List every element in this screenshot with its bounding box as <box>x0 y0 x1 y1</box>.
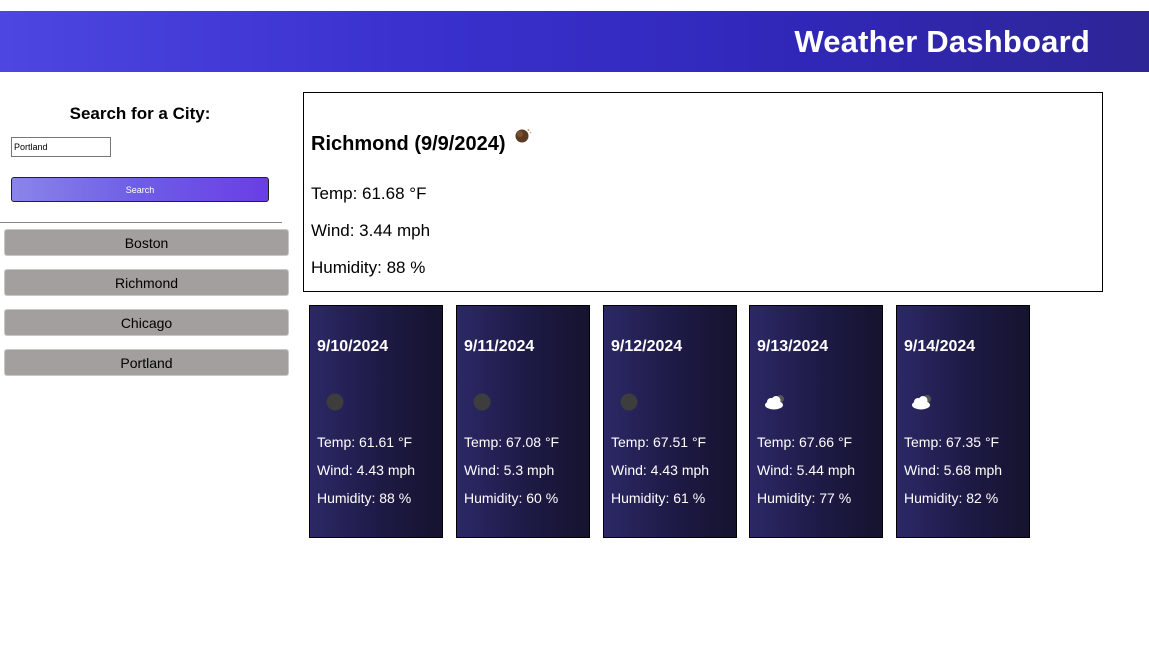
history-button-richmond[interactable]: Richmond <box>4 269 289 296</box>
forecast-wind: Wind: 5.68 mph <box>904 462 1003 478</box>
moon-icon <box>473 393 491 411</box>
forecast-card: 9/14/2024 Temp: 67.35 °F Wind: 5.68 mph … <box>896 305 1030 538</box>
forecast-wind: Wind: 4.43 mph <box>317 462 416 478</box>
forecast-date: 9/11/2024 <box>464 338 535 355</box>
forecast-card: 9/11/2024 Temp: 67.08 °F Wind: 5.3 mph H… <box>456 305 590 538</box>
forecast-date: 9/10/2024 <box>317 338 389 355</box>
search-button[interactable]: Search <box>11 177 269 202</box>
city-search-input[interactable] <box>11 137 111 157</box>
sidebar-divider <box>0 222 282 223</box>
forecast-card: 9/12/2024 Temp: 67.51 °F Wind: 4.43 mph … <box>603 305 737 538</box>
forecast-humidity: Humidity: 88 % <box>317 490 412 506</box>
current-city-title: Richmond (9/9/2024) <box>311 133 506 155</box>
search-history-list: Boston Richmond Chicago Portland <box>4 229 289 389</box>
current-wind: Wind: 3.44 mph <box>311 221 431 240</box>
history-button-chicago[interactable]: Chicago <box>4 309 289 336</box>
moon-icon <box>515 129 532 143</box>
forecast-wind: Wind: 5.44 mph <box>757 462 856 478</box>
forecast-humidity: Humidity: 61 % <box>611 490 706 506</box>
forecast-temp: Temp: 67.35 °F <box>904 434 1000 450</box>
moon-icon <box>620 393 638 411</box>
forecast-wind: Wind: 5.3 mph <box>464 462 555 478</box>
page-title: Weather Dashboard <box>794 24 1090 59</box>
forecast-humidity: Humidity: 60 % <box>464 490 559 506</box>
moon-icon <box>326 393 344 411</box>
history-button-boston[interactable]: Boston <box>4 229 289 256</box>
current-weather-panel: Richmond (9/9/2024) Temp: 61.68 °F Wind:… <box>303 92 1103 292</box>
search-heading: Search for a City: <box>69 104 211 123</box>
forecast-card: 9/10/2024 Temp: 61.61 °F Wind: 4.43 mph … <box>309 305 443 538</box>
forecast-temp: Temp: 61.61 °F <box>317 434 413 450</box>
forecast-temp: Temp: 67.51 °F <box>611 434 707 450</box>
current-temp: Temp: 61.68 °F <box>311 184 427 203</box>
forecast-humidity: Humidity: 82 % <box>904 490 999 506</box>
forecast-wind: Wind: 4.43 mph <box>611 462 710 478</box>
forecast-card: 9/13/2024 Temp: 67.66 °F Wind: 5.44 mph … <box>749 305 883 538</box>
cloud-night-icon <box>912 395 931 410</box>
forecast-humidity: Humidity: 77 % <box>757 490 852 506</box>
forecast-date: 9/12/2024 <box>611 338 683 355</box>
forecast-temp: Temp: 67.66 °F <box>757 434 853 450</box>
forecast-date: 9/13/2024 <box>757 338 829 355</box>
page-header: Weather Dashboard <box>0 11 1149 72</box>
history-button-portland[interactable]: Portland <box>4 349 289 376</box>
forecast-date: 9/14/2024 <box>904 338 976 355</box>
current-humidity: Humidity: 88 % <box>311 258 426 277</box>
forecast-temp: Temp: 67.08 °F <box>464 434 560 450</box>
cloud-night-icon <box>765 395 784 410</box>
